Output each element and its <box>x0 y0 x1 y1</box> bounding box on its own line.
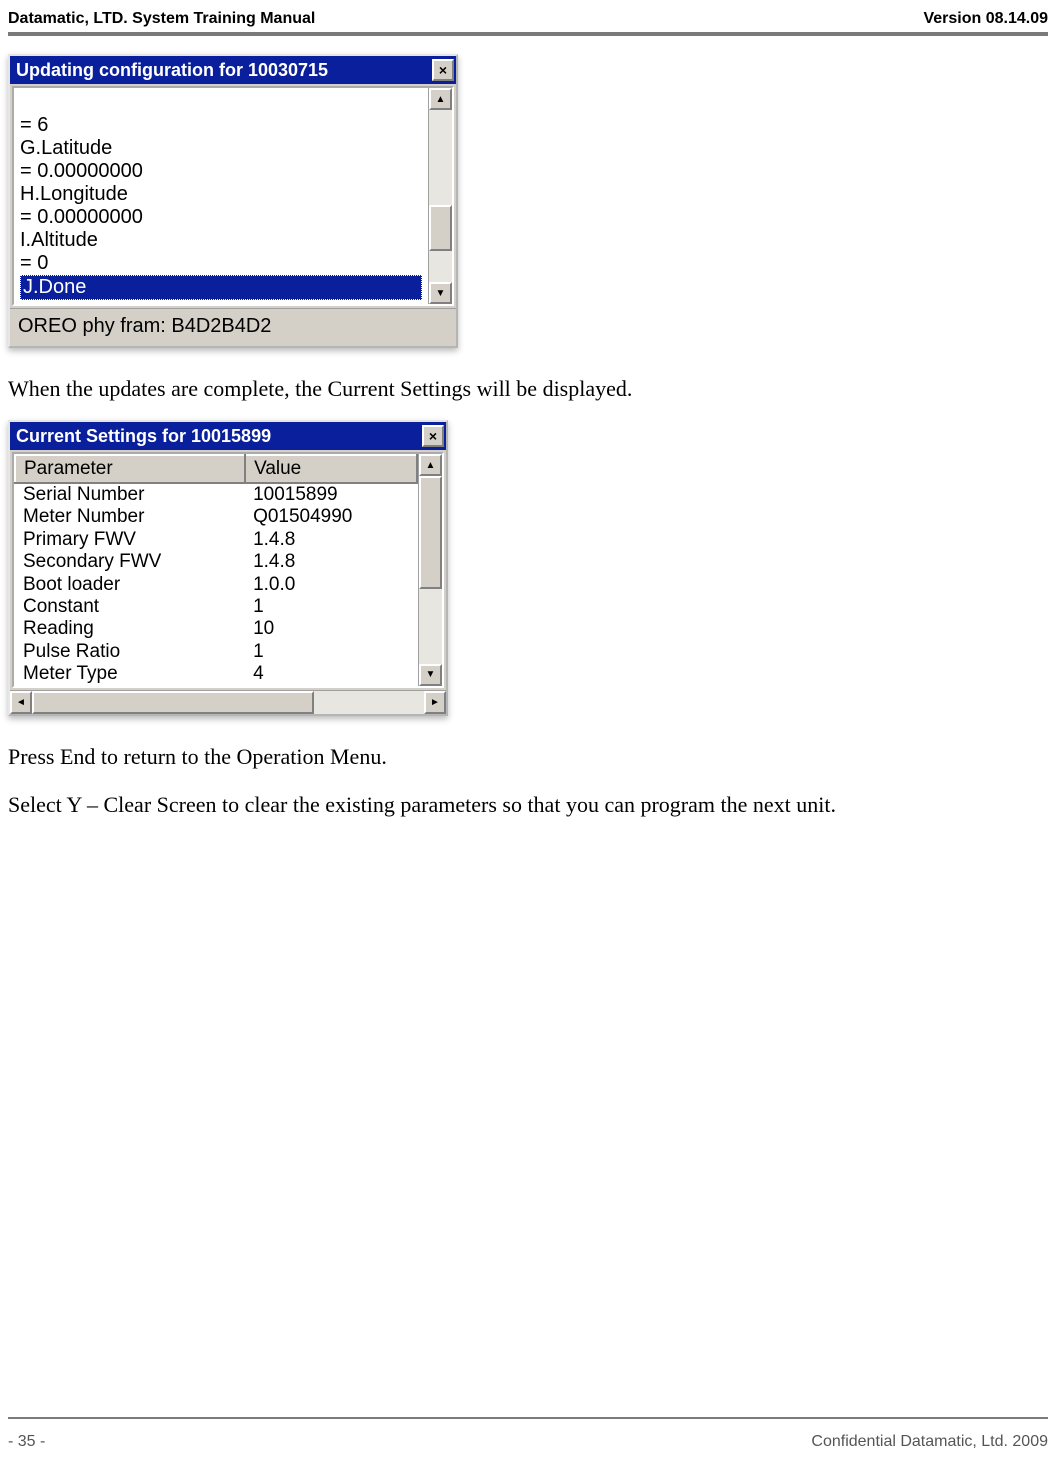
cell-param: Boot loader <box>15 574 245 596</box>
paragraph: Press End to return to the Operation Men… <box>8 744 1048 770</box>
window-title: Updating configuration for 10030715 <box>16 60 328 81</box>
header-right: Version 08.14.09 <box>923 10 1048 28</box>
cell-value: 1.0.0 <box>245 574 417 596</box>
cell-param: Secondary FWV <box>15 551 245 573</box>
log-line: = 0 <box>20 252 422 275</box>
scroll-track[interactable] <box>32 691 424 714</box>
cell-value: 4 <box>245 663 417 685</box>
scroll-down-icon[interactable]: ▼ <box>419 664 442 686</box>
log-line-selected[interactable]: J.Done <box>20 275 422 300</box>
cell-param: Pulse Ratio <box>15 641 245 663</box>
scroll-thumb[interactable] <box>419 476 442 589</box>
paragraph: Select Y – Clear Screen to clear the exi… <box>8 792 1048 818</box>
cell-value: 10 <box>245 618 417 640</box>
scroll-left-icon[interactable]: ◄ <box>10 691 32 714</box>
table-row: Secondary FWV1.4.8 <box>15 551 417 573</box>
close-icon[interactable]: × <box>422 425 444 447</box>
table-row: Constant1 <box>15 596 417 618</box>
titlebar[interactable]: Updating configuration for 10030715 × <box>10 56 456 84</box>
cell-value: 1 <box>245 641 417 663</box>
header-rule <box>8 32 1048 36</box>
titlebar[interactable]: Current Settings for 10015899 × <box>10 422 446 450</box>
table-row: Boot loader1.0.0 <box>15 574 417 596</box>
cell-param: Primary FWV <box>15 529 245 551</box>
scroll-right-icon[interactable]: ► <box>424 691 446 714</box>
table-row: Serial Number10015899 <box>15 483 417 506</box>
footer-rule <box>8 1417 1048 1419</box>
cell-value: 1.4.8 <box>245 529 417 551</box>
scroll-track[interactable] <box>429 110 452 282</box>
table-row: Reading10 <box>15 618 417 640</box>
footer-confidential: Confidential Datamatic, Ltd. 2009 <box>811 1433 1048 1451</box>
table-row: Meter NumberQ01504990 <box>15 506 417 528</box>
settings-table: Parameter Value Serial Number10015899 Me… <box>14 454 418 686</box>
scroll-thumb[interactable] <box>429 205 452 251</box>
header-left: Datamatic, LTD. System Training Manual <box>8 10 315 28</box>
cell-value: Q01504990 <box>245 506 417 528</box>
vertical-scrollbar[interactable]: ▲ ▼ <box>418 454 442 686</box>
log-line: G.Latitude <box>20 137 422 160</box>
cell-value: 10015899 <box>245 483 417 506</box>
log-line: = 6 <box>20 114 422 137</box>
window-client-area: = 6 G.Latitude = 0.00000000 H.Longitude … <box>12 86 454 306</box>
scroll-up-icon[interactable]: ▲ <box>419 454 442 476</box>
cell-param: Meter Type <box>15 663 245 685</box>
table-row: Meter Type4 <box>15 663 417 685</box>
cell-param: Meter Number <box>15 506 245 528</box>
log-line: I.Altitude <box>20 229 422 252</box>
scroll-thumb[interactable] <box>32 691 314 714</box>
cell-value: 1 <box>245 596 417 618</box>
cell-param: Constant <box>15 596 245 618</box>
column-header-parameter[interactable]: Parameter <box>15 455 245 483</box>
page-number: - 35 - <box>8 1433 45 1451</box>
table-row: Primary FWV1.4.8 <box>15 529 417 551</box>
vertical-scrollbar[interactable]: ▲ ▼ <box>428 88 452 304</box>
cell-param: Reading <box>15 618 245 640</box>
table-header-row: Parameter Value <box>15 455 417 483</box>
scroll-up-icon[interactable]: ▲ <box>429 88 452 110</box>
paragraph: When the updates are complete, the Curre… <box>8 376 1048 402</box>
cell-param: Serial Number <box>15 483 245 506</box>
cell-value: 1.4.8 <box>245 551 417 573</box>
horizontal-scrollbar[interactable]: ◄ ► <box>10 690 446 714</box>
table-row: Pulse Ratio1 <box>15 641 417 663</box>
log-line: H.Longitude <box>20 183 422 206</box>
log-text: = 6 G.Latitude = 0.00000000 H.Longitude … <box>14 88 428 304</box>
window-title: Current Settings for 10015899 <box>16 426 271 447</box>
status-bar: OREO phy fram: B4D2B4D2 <box>10 308 456 346</box>
window-updating-config: Updating configuration for 10030715 × = … <box>8 54 458 348</box>
log-line: = 0.00000000 <box>20 160 422 183</box>
scroll-track[interactable] <box>419 476 442 664</box>
table-wrapper: Parameter Value Serial Number10015899 Me… <box>14 454 418 686</box>
log-line: = 0.00000000 <box>20 206 422 229</box>
window-current-settings: Current Settings for 10015899 × Paramete… <box>8 420 448 716</box>
close-icon[interactable]: × <box>432 59 454 81</box>
column-header-value[interactable]: Value <box>245 455 417 483</box>
window-client-area: Parameter Value Serial Number10015899 Me… <box>12 452 444 688</box>
scroll-down-icon[interactable]: ▼ <box>429 282 452 304</box>
